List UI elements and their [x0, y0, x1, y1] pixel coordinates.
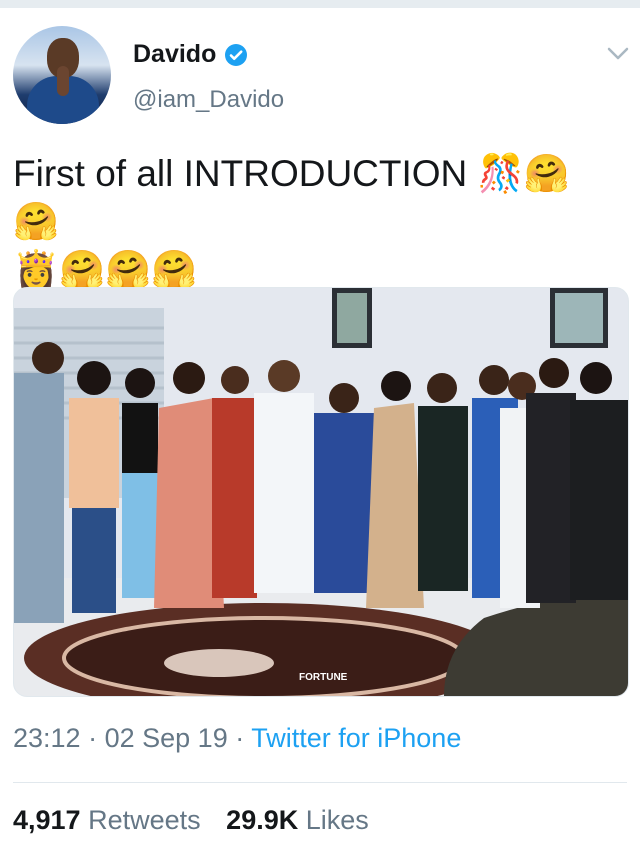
likes-count: 29.9K: [226, 805, 299, 835]
tweet-text: First of all INTRODUCTION 🎊🤗🤗 👸🤗🤗🤗: [13, 153, 570, 290]
tweet-stats: 4,917 Retweets 29.9K Likes: [13, 805, 387, 836]
tweet-time: 23:12: [13, 723, 81, 753]
retweets-count: 4,917: [13, 805, 81, 835]
name-row: Davido: [133, 40, 248, 69]
top-divider: [0, 0, 640, 8]
tweet-photo[interactable]: FORTUNE: [13, 287, 629, 697]
user-handle[interactable]: @iam_Davido: [133, 86, 284, 114]
likes-label: Likes: [305, 805, 369, 835]
chevron-down-icon[interactable]: [607, 46, 629, 62]
photo-scene: FORTUNE: [14, 288, 628, 696]
meta-separator-2: ·: [235, 723, 245, 753]
avatar[interactable]: [13, 26, 111, 124]
display-name[interactable]: Davido: [133, 40, 216, 69]
retweets-stat[interactable]: 4,917 Retweets: [13, 805, 208, 835]
tweet-source-link[interactable]: Twitter for iPhone: [251, 723, 461, 753]
stats-divider: [13, 782, 627, 783]
meta-separator-1: ·: [88, 723, 98, 753]
avatar-hand: [57, 66, 69, 96]
tweet-meta: 23:12 · 02 Sep 19 · Twitter for iPhone: [13, 723, 461, 754]
likes-stat[interactable]: 29.9K Likes: [226, 805, 369, 835]
retweets-label: Retweets: [88, 805, 201, 835]
verified-badge-icon: [225, 43, 248, 66]
tweet-date: 02 Sep 19: [104, 723, 228, 753]
photo-watermark: FORTUNE: [299, 672, 348, 683]
tweet-header: Davido @iam_Davido: [0, 18, 640, 138]
